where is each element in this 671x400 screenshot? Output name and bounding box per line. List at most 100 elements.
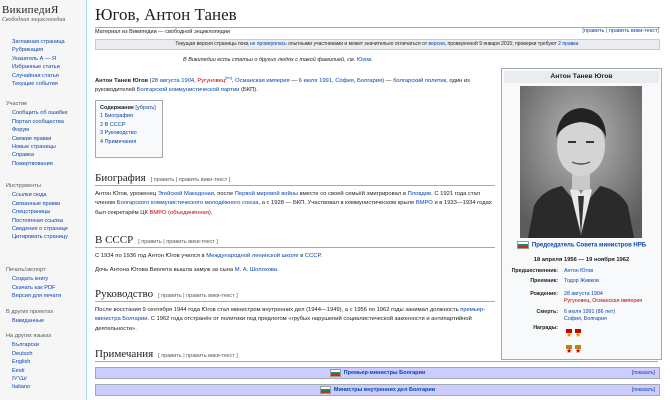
lang-german[interactable]: Deutsch xyxy=(6,350,51,358)
lang-english[interactable]: English xyxy=(6,358,51,366)
medal-icon[interactable]: ★ xyxy=(566,329,572,339)
sidebar-link[interactable]: Ссылки сюда xyxy=(12,192,47,198)
toc-hide-toggle[interactable]: [убрать] xyxy=(135,105,155,111)
birth-year-link[interactable]: 1904 xyxy=(181,78,194,84)
toc-link-biography[interactable]: 1 Биография xyxy=(100,113,133,119)
role-link[interactable]: болгарский политик xyxy=(393,78,446,84)
toc-item[interactable]: 2 В СССР xyxy=(100,121,158,129)
version-link[interactable]: версии xyxy=(429,41,445,47)
plovdiv-link[interactable]: Пловдив xyxy=(408,191,432,197)
lang-link[interactable]: English xyxy=(12,359,30,365)
sidebar-item-page-info[interactable]: Сведения о странице xyxy=(6,225,68,233)
sidebar-item-random[interactable]: Случайная статья xyxy=(6,72,65,80)
death-year-link[interactable]: 1991 xyxy=(319,78,332,84)
sidebar-link[interactable]: Сведения о странице xyxy=(12,226,68,232)
sidebar-item-report[interactable]: Сообщить об ошибке xyxy=(6,109,68,117)
sidebar-link[interactable]: Избранные статьи xyxy=(12,64,60,70)
death-country-link[interactable]: Болгария xyxy=(357,78,382,84)
sidebar-item-help[interactable]: Справка xyxy=(6,151,68,159)
navbox-title[interactable]: Министры внутренних дел Болгарии xyxy=(334,387,435,393)
birth-place-link[interactable]: Ругуновец xyxy=(197,78,225,84)
vmro-united-link[interactable]: ВМРО (объединённая) xyxy=(150,210,211,216)
pending-edits-link[interactable]: 2 правки xyxy=(558,41,578,47)
toc-item[interactable]: 3 Руководство xyxy=(100,129,158,137)
navbox-interior-ministers[interactable]: Министры внутренних дел Болгарии [показат… xyxy=(95,384,660,396)
sidebar-link[interactable]: Новые страницы xyxy=(12,144,56,150)
lang-link[interactable]: עברית xyxy=(12,376,27,382)
sidebar-link[interactable]: Пожертвования xyxy=(12,161,53,167)
sidebar-link[interactable]: Постоянная ссылка xyxy=(12,218,63,224)
komsomol-link[interactable]: Болгарского коммунистического молодёжног… xyxy=(117,200,259,206)
section-edit-links[interactable]: [ править | править вики-текст ] xyxy=(151,177,231,183)
sidebar-item-special-pages[interactable]: Спецстраницы xyxy=(6,208,68,216)
vmro-link[interactable]: ВМРО xyxy=(416,200,433,206)
interwiki-ref[interactable]: [en] xyxy=(225,75,232,80)
section-edit-links[interactable]: [ править | править вики-текст ] xyxy=(138,239,218,245)
lang-link[interactable]: Deutsch xyxy=(12,351,33,357)
lang-link[interactable]: Eesti xyxy=(12,368,24,374)
sidebar-link[interactable]: Указатель А — Я xyxy=(12,56,56,62)
toc-link-ussr[interactable]: 2 В СССР xyxy=(100,122,125,128)
death-date-link[interactable]: 6 июля xyxy=(299,78,318,84)
sidebar-link[interactable]: Спецстраницы xyxy=(12,209,50,215)
toc-item[interactable]: 4 Примечания xyxy=(100,138,158,146)
sidebar-item-current-events[interactable]: Текущие события xyxy=(6,80,65,88)
death-date-link[interactable]: 6 июля 1991 (86 лет) xyxy=(564,309,615,315)
ussr-link[interactable]: СССР xyxy=(305,253,320,259)
sidebar-item-what-links-here[interactable]: Ссылки сюда xyxy=(6,191,68,199)
sidebar-item-forum[interactable]: Форум xyxy=(6,126,68,134)
toc-link-notes[interactable]: 4 Примечания xyxy=(100,139,136,145)
sidebar-item-portal[interactable]: Портал сообщества xyxy=(6,118,68,126)
edit-link[interactable]: править xyxy=(584,28,604,34)
portrait-photo[interactable] xyxy=(520,86,642,238)
navbox-title[interactable]: Премьер-министры Болгарии xyxy=(344,370,426,376)
sidebar-link[interactable]: Создать книгу xyxy=(12,276,48,282)
navbox-prime-ministers[interactable]: Премьер-министры Болгарии [показать] xyxy=(95,367,660,379)
lang-italian[interactable]: Italiano xyxy=(6,383,51,391)
sidebar-item-donate[interactable]: Пожертвования xyxy=(6,160,68,168)
lang-estonian[interactable]: Eesti xyxy=(6,367,51,375)
sidebar-link[interactable]: Портал сообщества xyxy=(12,119,64,125)
predecessor-link[interactable]: Антон Югов xyxy=(564,268,659,275)
navbox-toggle[interactable]: [показать] xyxy=(632,385,655,395)
sidebar-item-download-pdf[interactable]: Скачать как PDF xyxy=(6,284,61,292)
lang-link[interactable]: Italiano xyxy=(12,384,30,390)
edit-source-link[interactable]: править вики-текст xyxy=(609,28,658,34)
navbox-toggle[interactable]: [показать] xyxy=(632,368,655,378)
lang-bulgarian[interactable]: Български xyxy=(6,341,51,349)
sidebar-item-cite[interactable]: Цитировать страницу xyxy=(6,233,68,241)
section-edit-links[interactable]: [ править | править вики-текст ] xyxy=(158,293,238,299)
lang-hebrew[interactable]: עברית xyxy=(6,375,51,383)
sidebar-item-create-book[interactable]: Создать книгу xyxy=(6,275,61,283)
sidebar-item-featured[interactable]: Избранные статьи xyxy=(6,63,65,71)
birth-date-link[interactable]: 28 августа xyxy=(152,78,180,84)
unreviewed-link[interactable]: не проверялась xyxy=(250,41,287,47)
empire-link[interactable]: Османская империя xyxy=(235,78,290,84)
sidebar-item-main-page[interactable]: Заглавная страница xyxy=(6,38,65,46)
sidebar-item-printable[interactable]: Версия для печати xyxy=(6,292,61,300)
sidebar-link[interactable]: Версия для печати xyxy=(12,293,61,299)
lenin-school-link[interactable]: Международной ленинской школе xyxy=(206,253,298,259)
sidebar-item-index[interactable]: Указатель А — Я xyxy=(6,55,65,63)
sidebar-item-recent-changes[interactable]: Свежие правки xyxy=(6,135,68,143)
sidebar-link[interactable]: Сообщить об ошибке xyxy=(12,110,68,116)
sidebar-link[interactable]: Рубрикация xyxy=(12,47,43,53)
disambiguation-link[interactable]: Югов xyxy=(357,57,371,63)
sidebar-link[interactable]: Викиданные xyxy=(12,318,44,324)
birth-date-link[interactable]: 28 августа 1904 xyxy=(564,291,603,297)
sidebar-link[interactable]: Текущие события xyxy=(12,81,58,87)
death-place-link[interactable]: София, Болгария xyxy=(564,316,607,322)
sidebar-link[interactable]: Справка xyxy=(12,152,34,158)
aegean-macedonia-link[interactable]: Эгейской Македонии xyxy=(158,191,214,197)
sidebar-link[interactable]: Форум xyxy=(12,127,29,133)
sidebar-link[interactable]: Случайная статья xyxy=(12,73,59,79)
wikipedia-logo[interactable]: ВикипедиЯ Свободная энциклопедия xyxy=(2,4,82,32)
medal-icon[interactable]: ★ xyxy=(575,329,581,339)
position-link[interactable]: Председатель Совета министров НРБ xyxy=(532,243,646,249)
toc-item[interactable]: 1 Биография xyxy=(100,112,158,120)
sidebar-item-wikidata[interactable]: Викиданные xyxy=(6,317,53,325)
medal-icon[interactable]: ★ xyxy=(575,345,581,355)
sidebar-item-new-pages[interactable]: Новые страницы xyxy=(6,143,68,151)
sidebar-item-related-changes[interactable]: Связанные правки xyxy=(6,200,68,208)
sidebar-link[interactable]: Заглавная страница xyxy=(12,39,65,45)
